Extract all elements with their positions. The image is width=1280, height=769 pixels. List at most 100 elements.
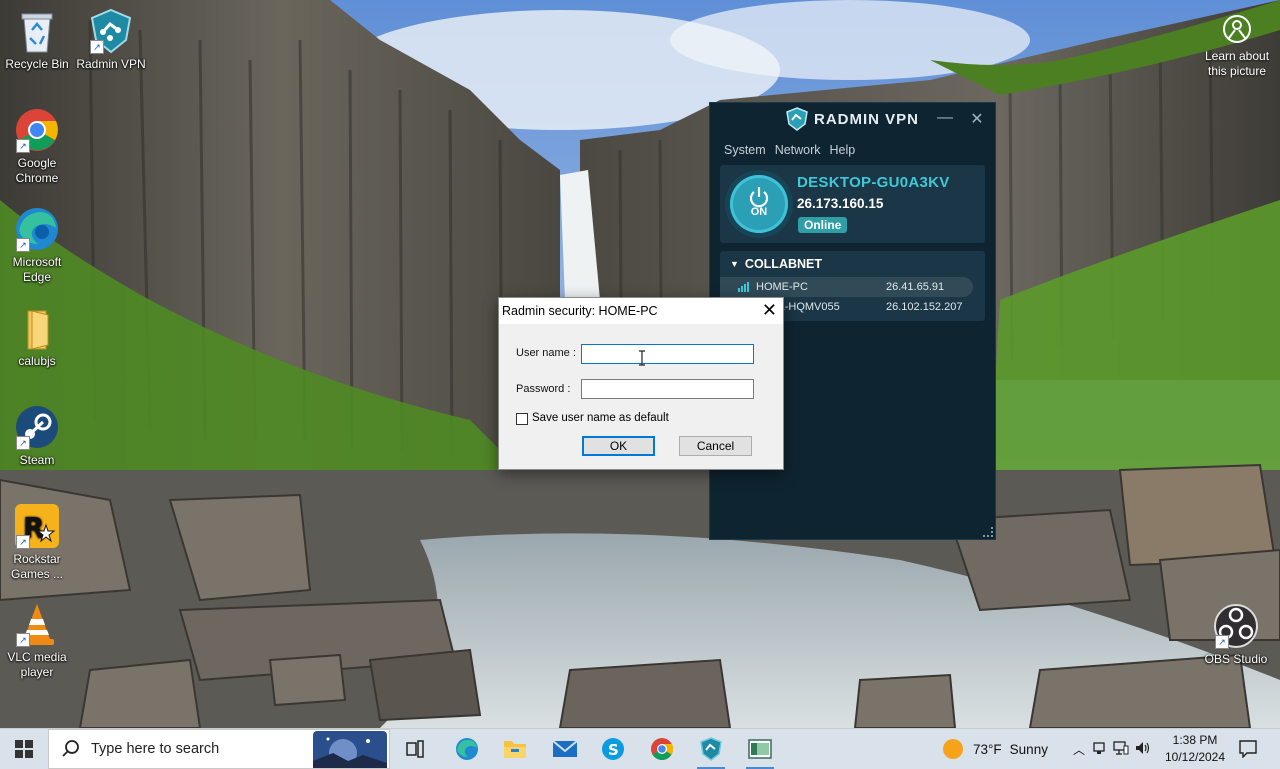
cancel-button[interactable]: Cancel: [679, 436, 752, 456]
taskbar-task-view[interactable]: [391, 729, 439, 769]
dialog-title: Radmin security: HOME-PC: [502, 304, 658, 318]
chrome-icon: [651, 738, 674, 760]
password-label: Password :: [516, 383, 571, 395]
clock-date: 10/12/2024: [1164, 750, 1226, 764]
notification-icon: [1239, 740, 1257, 758]
text-cursor-icon: [639, 350, 645, 366]
shortcut-arrow-icon: ↗: [16, 436, 30, 450]
desktop-icon-label: Google Chrome: [15, 156, 59, 185]
menu-system[interactable]: System: [724, 143, 766, 157]
power-toggle-button[interactable]: ON: [730, 175, 788, 233]
radmin-security-dialog: Radmin security: HOME-PC ✕ User name : P…: [498, 297, 784, 470]
network-header[interactable]: ▼ COLLABNET: [720, 257, 985, 277]
edge-icon: ↗: [14, 206, 60, 252]
desktop-icon-rockstar-games[interactable]: R ↗ Rockstar Games ...: [1, 503, 73, 582]
desktop-icon-radmin-vpn[interactable]: ↗ Radmin VPN: [75, 8, 147, 72]
skype-icon: S: [602, 738, 624, 760]
weather-temp: 73°F: [973, 741, 1002, 757]
notification-center-button[interactable]: [1226, 729, 1270, 769]
taskbar-chrome[interactable]: [638, 729, 686, 769]
peer-ip: 26.102.152.207: [886, 301, 963, 313]
volume-icon[interactable]: [1132, 741, 1154, 758]
taskbar: Type here to search S 73°F Sunny ︿ 1:38 …: [0, 728, 1280, 769]
steam-icon: ↗: [14, 404, 60, 450]
weather-text: Sunny: [1009, 741, 1048, 757]
desktop-icon-label: VLC media player: [7, 650, 67, 679]
ok-button[interactable]: OK: [582, 436, 655, 456]
search-icon: [62, 740, 79, 757]
menu-help[interactable]: Help: [830, 143, 856, 157]
vpn-title-bar[interactable]: RADMIN VPN — ✕: [710, 103, 995, 135]
dialog-title-bar[interactable]: Radmin security: HOME-PC ✕: [499, 298, 783, 324]
sun-icon: [943, 739, 963, 759]
radmin-vpn-icon: [700, 737, 722, 761]
shortcut-arrow-icon: ↗: [16, 633, 30, 647]
taskbar-mail[interactable]: [541, 729, 589, 769]
taskbar-radmin-vpn[interactable]: [687, 729, 735, 769]
show-hidden-icons-chevron-icon[interactable]: ︿: [1070, 741, 1088, 758]
menu-network[interactable]: Network: [775, 143, 821, 157]
minimize-button[interactable]: —: [935, 109, 955, 127]
weather-widget[interactable]: 73°F Sunny: [943, 729, 1048, 769]
desktop-icon-label: Recycle Bin: [5, 57, 69, 71]
peer-name: HOME-PC: [756, 281, 808, 293]
ethernet-icon[interactable]: [1110, 740, 1132, 758]
desktop-icon-microsoft-edge[interactable]: ↗ Microsoft Edge: [1, 206, 73, 285]
taskbar-clock[interactable]: 1:38 PM 10/12/2024: [1160, 732, 1230, 766]
power-state-label: ON: [750, 206, 768, 218]
start-button[interactable]: [0, 729, 48, 769]
desktop-icon-label: Rockstar Games ...: [10, 552, 63, 581]
taskbar-radmin-viewer[interactable]: [736, 729, 784, 769]
desktop-icon-label: Radmin VPN: [76, 57, 146, 71]
taskbar-edge[interactable]: [443, 729, 491, 769]
password-field[interactable]: [581, 379, 754, 399]
vpn-menu-bar: System Network Help: [710, 135, 995, 157]
learn-about-label: Learn about this picture: [1204, 49, 1270, 78]
vpn-status-card: ON DESKTOP-GU0A3KV 26.173.160.15 Online: [720, 165, 985, 243]
desktop-icon-label: OBS Studio: [1204, 652, 1268, 666]
desktop-icon-obs-studio[interactable]: ↗ OBS Studio: [1200, 603, 1272, 667]
desktop-icon-recycle-bin[interactable]: Recycle Bin: [1, 8, 73, 72]
radmin-vpn-icon: ↗: [88, 8, 134, 54]
vpn-title-text: RADMIN VPN: [813, 110, 919, 128]
shortcut-arrow-icon: ↗: [16, 139, 30, 153]
task-view-icon: [406, 740, 424, 758]
vpn-logo: RADMIN VPN: [786, 107, 919, 131]
shortcut-arrow-icon: ↗: [1215, 635, 1229, 649]
desktop-icon-steam[interactable]: ↗ Steam: [1, 404, 73, 468]
shortcut-arrow-icon: ↗: [16, 238, 30, 252]
edge-icon: [456, 738, 478, 760]
host-ip: 26.173.160.15: [797, 196, 884, 211]
username-label: User name :: [516, 347, 576, 359]
search-highlight-icon: [313, 731, 387, 768]
desktop-icon-google-chrome[interactable]: ↗ Google Chrome: [1, 107, 73, 186]
save-default-label: Save user name as default: [532, 412, 669, 424]
desktop-icon-label: Steam: [19, 453, 55, 467]
resize-grip[interactable]: [983, 527, 993, 537]
vlc-cone-icon: ↗: [14, 601, 60, 647]
online-status-badge: Online: [798, 217, 848, 233]
learn-about-picture[interactable]: Learn about this picture: [1194, 14, 1280, 79]
taskbar-skype[interactable]: S: [589, 729, 637, 769]
recycle-bin-icon: [14, 8, 60, 54]
peer-row[interactable]: HOME-PC 26.41.65.91: [720, 277, 973, 297]
search-placeholder: Type here to search: [91, 741, 220, 757]
chrome-icon: ↗: [14, 107, 60, 153]
network-adapter-icon[interactable]: [1088, 741, 1110, 758]
dialog-close-button[interactable]: ✕: [762, 300, 777, 320]
close-button[interactable]: ✕: [967, 109, 987, 129]
save-default-checkbox[interactable]: [516, 413, 528, 425]
mail-icon: [552, 740, 578, 757]
desktop-icon-label: Microsoft Edge: [12, 255, 62, 284]
taskbar-search-box[interactable]: Type here to search: [48, 729, 390, 769]
obs-icon: ↗: [1213, 603, 1259, 649]
radmin-viewer-icon: [748, 739, 772, 759]
desktop-icon-vlc[interactable]: ↗ VLC media player: [1, 601, 73, 680]
peer-signal-icon: [738, 282, 749, 292]
hostname: DESKTOP-GU0A3KV: [797, 174, 950, 191]
username-field[interactable]: [581, 344, 754, 364]
folder-icon: [14, 305, 60, 351]
shortcut-arrow-icon: ↗: [90, 40, 104, 54]
taskbar-file-explorer[interactable]: [491, 729, 539, 769]
desktop-icon-calubjs-folder[interactable]: calubjs: [1, 305, 73, 369]
